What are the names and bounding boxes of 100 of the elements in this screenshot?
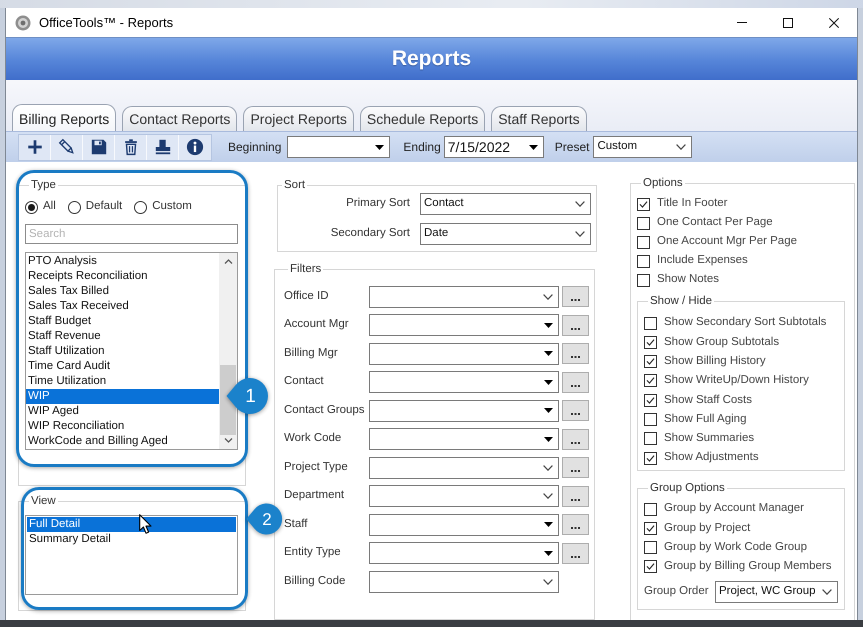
minimize-icon (737, 22, 747, 23)
dropdown[interactable] (369, 286, 559, 308)
browse-button[interactable] (562, 542, 589, 564)
radio-label[interactable]: Default (86, 198, 122, 216)
checkbox-label[interactable]: Show WriteUp/Down History (664, 372, 809, 390)
dropdown[interactable] (369, 400, 559, 422)
checkbox[interactable] (644, 560, 657, 574)
checkbox[interactable] (644, 502, 657, 516)
checkbox[interactable] (637, 198, 650, 210)
checkbox[interactable] (644, 432, 657, 446)
list-item[interactable]: Staff Budget (26, 314, 219, 329)
checkbox[interactable] (644, 374, 657, 388)
caret-down-icon (544, 436, 553, 442)
browse-button[interactable] (562, 314, 589, 336)
checkbox-label[interactable]: Group by Project (664, 520, 750, 537)
checkbox[interactable] (644, 394, 657, 407)
dropdown[interactable] (369, 485, 559, 507)
tab[interactable]: Project Reports (243, 106, 354, 131)
checkbox[interactable] (637, 236, 650, 248)
field-label: Secondary Sort (330, 226, 410, 242)
radio-label[interactable]: Custom (152, 198, 192, 216)
list-item[interactable]: Receipts Reconciliation (26, 269, 219, 284)
checkbox-label[interactable]: One Contact Per Page (657, 214, 773, 232)
checkbox[interactable] (637, 216, 650, 230)
dropdown[interactable]: Custom (593, 136, 692, 158)
chevron-down-icon[interactable] (224, 438, 232, 443)
field-label: Staff (284, 516, 308, 532)
checkbox-label[interactable]: Show Summaries (664, 430, 754, 448)
checkbox-label[interactable]: Show Staff Costs (664, 392, 752, 409)
checkbox[interactable] (644, 522, 657, 535)
radio-button[interactable] (68, 200, 81, 214)
dropdown[interactable] (369, 570, 559, 592)
list-item[interactable]: Time Card Audit (26, 359, 219, 374)
radio-button[interactable] (25, 200, 38, 214)
list-item[interactable]: WIP Aged (26, 404, 219, 419)
field-label: Entity Type (284, 545, 342, 560)
list-item[interactable]: Staff Utilization (26, 344, 219, 359)
checkbox-label[interactable]: Include Expenses (657, 252, 748, 270)
checkbox-label[interactable]: Title In Footer (657, 195, 728, 213)
checkbox[interactable] (644, 355, 657, 368)
chevron-up-icon[interactable] (224, 259, 232, 264)
dropdown[interactable] (369, 371, 559, 393)
checkbox[interactable] (644, 541, 657, 554)
checkbox-label[interactable]: Group by Billing Group Members (664, 558, 832, 576)
dropdown[interactable] (369, 428, 559, 450)
dropdown[interactable] (369, 542, 559, 564)
search-field[interactable]: Search (25, 224, 238, 244)
group-title: View (30, 494, 57, 508)
checkbox-label[interactable]: Show Billing History (664, 352, 766, 370)
field-label: Department (284, 488, 346, 504)
list-item[interactable]: Time Utilization (26, 374, 219, 389)
checkbox[interactable] (637, 274, 650, 286)
dropdown[interactable]: Project, WC Group (715, 580, 838, 603)
checkbox[interactable] (644, 412, 657, 426)
checkbox-label[interactable]: Group by Work Code Group (664, 539, 807, 556)
checkbox[interactable] (644, 452, 657, 465)
dropdown[interactable] (369, 314, 559, 336)
browse-button[interactable] (562, 372, 589, 392)
browse-button[interactable] (562, 486, 589, 506)
list-item[interactable]: WIP Reconciliation (26, 419, 219, 434)
list-item[interactable]: Sales Tax Billed (26, 284, 219, 299)
list-item[interactable]: Summary Detail (27, 532, 236, 547)
caret-down-icon (544, 550, 553, 556)
list-item[interactable]: Staff Revenue (26, 329, 219, 344)
radio-button[interactable] (134, 200, 148, 214)
dropdown[interactable] (369, 514, 559, 536)
browse-button[interactable] (562, 343, 589, 364)
radio-label[interactable]: All (43, 198, 56, 216)
info-icon (186, 138, 204, 156)
list-item[interactable]: PTO Analysis (26, 254, 219, 269)
checkbox[interactable] (637, 254, 650, 268)
list-item[interactable]: WorkCode and Billing Aged (26, 434, 219, 449)
checkbox-label[interactable]: Show Group Subtotals (664, 334, 780, 351)
tab[interactable]: Billing Reports (12, 104, 116, 131)
checkbox-label[interactable]: Show Adjustments (664, 449, 759, 467)
dropdown[interactable]: Contact (420, 193, 591, 215)
checkbox-label[interactable]: One Account Mgr Per Page (657, 233, 797, 251)
calendar-dropdown[interactable] (287, 136, 390, 158)
tab[interactable]: Schedule Reports (360, 106, 486, 131)
dropdown[interactable] (369, 456, 559, 478)
list-item[interactable]: WIP (26, 389, 219, 404)
dropdown[interactable]: Date (420, 223, 591, 245)
checkbox-label[interactable]: Show Full Aging (664, 410, 746, 428)
checkbox[interactable] (644, 316, 657, 330)
calendar-dropdown[interactable]: 7/15/2022 (444, 136, 544, 158)
browse-button[interactable] (562, 514, 589, 535)
browse-button[interactable] (562, 457, 589, 478)
list-item[interactable]: Sales Tax Received (26, 299, 219, 314)
dropdown[interactable] (369, 342, 559, 364)
checkbox-label[interactable]: Show Notes (657, 271, 720, 289)
checkbox[interactable] (644, 336, 657, 349)
list-item[interactable]: Full Detail (27, 517, 236, 532)
tab[interactable]: Staff Reports (491, 106, 587, 131)
callout-badge: 1 (225, 377, 269, 415)
tab[interactable]: Contact Reports (122, 106, 238, 131)
checkbox-label[interactable]: Show Secondary Sort Subtotals (664, 314, 826, 332)
browse-button[interactable] (562, 286, 589, 307)
checkbox-label[interactable]: Group by Account Manager (664, 500, 804, 518)
browse-button[interactable] (562, 428, 589, 450)
browse-button[interactable] (562, 400, 589, 421)
